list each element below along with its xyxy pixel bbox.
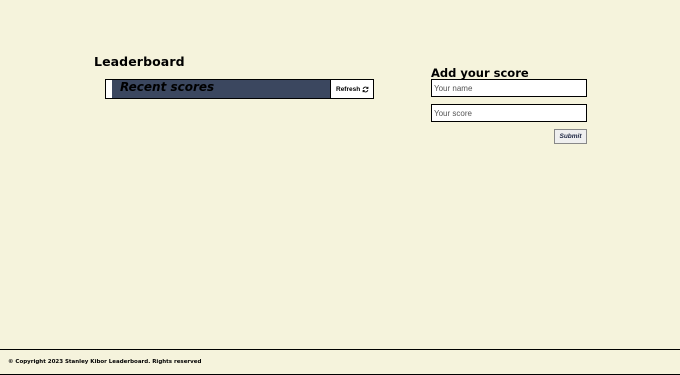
page-title: Leaderboard bbox=[94, 54, 185, 69]
score-input[interactable] bbox=[431, 104, 587, 122]
refresh-icon bbox=[362, 86, 369, 93]
footer: © Copyright 2023 Stanley Kibor Leaderboa… bbox=[0, 349, 680, 375]
refresh-label: Refresh bbox=[336, 85, 361, 93]
refresh-button[interactable]: Refresh bbox=[330, 80, 373, 98]
recent-scores-bar: Recent scores bbox=[112, 80, 330, 98]
recent-scores-title: Recent scores bbox=[120, 80, 215, 94]
submit-button[interactable]: Submit bbox=[554, 129, 587, 144]
copyright-text: © Copyright 2023 Stanley Kibor Leaderboa… bbox=[8, 359, 202, 365]
name-input[interactable] bbox=[431, 79, 587, 97]
add-score-title: Add your score bbox=[431, 66, 529, 80]
recent-scores-header: Recent scores Refresh bbox=[105, 79, 374, 99]
page: Leaderboard Recent scores Refresh Add yo… bbox=[0, 0, 680, 375]
